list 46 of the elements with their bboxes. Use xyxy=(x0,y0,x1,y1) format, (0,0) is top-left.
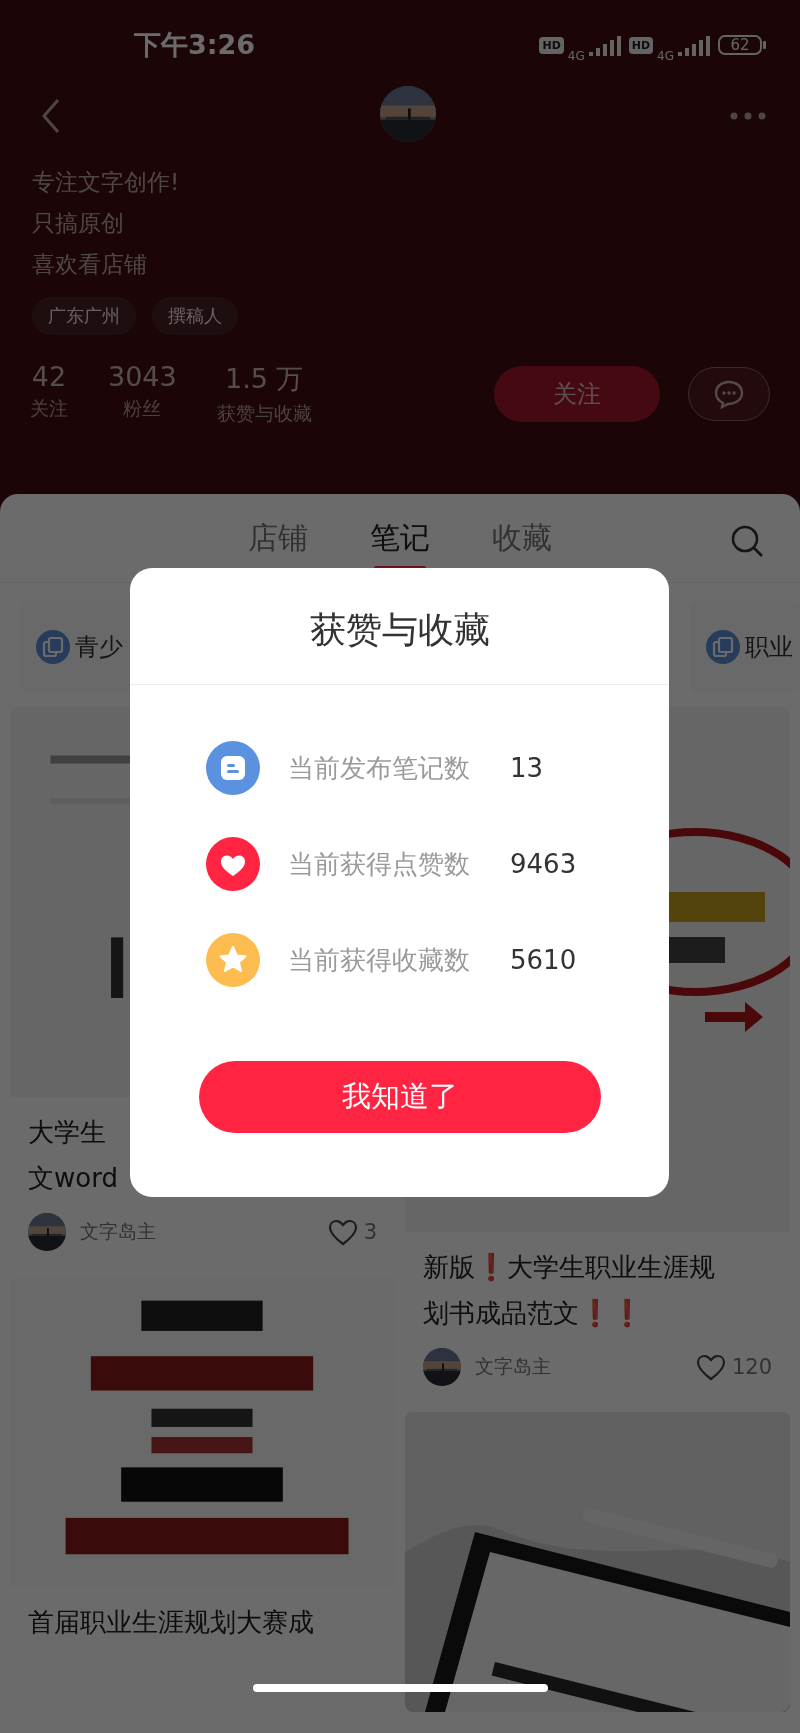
stat-label: 关注 xyxy=(30,396,68,421)
stat-value: 3043 xyxy=(108,361,177,392)
note-title[interactable]: 新版❗大学生职业生涯规 划书成品范文❗❗ xyxy=(405,1232,790,1336)
heart-icon[interactable] xyxy=(695,1353,726,1381)
author-name: 文字岛主 xyxy=(475,1354,552,1379)
stat-value: 5610 xyxy=(510,945,577,975)
bio-line: 喜欢看店铺 xyxy=(32,250,147,279)
author-name: 文字岛主 xyxy=(80,1219,157,1244)
tab[interactable]: 收藏 xyxy=(492,512,552,564)
like-count: 120 xyxy=(731,1355,772,1379)
network-type: 4G xyxy=(657,49,674,63)
heart-icon[interactable] xyxy=(327,1218,358,1246)
stat-label: 当前获得收藏数 xyxy=(288,943,471,977)
avatar xyxy=(423,1348,461,1386)
collection-icon xyxy=(706,630,740,664)
more-icon[interactable] xyxy=(730,111,766,121)
chat-icon xyxy=(713,379,745,409)
stat-label: 获赞与收藏 xyxy=(216,401,312,426)
note-icon xyxy=(206,741,260,795)
collection-icon xyxy=(36,630,70,664)
avatar xyxy=(380,86,436,142)
hd-badge: HD xyxy=(628,36,654,54)
note-title[interactable]: 首届职业生涯规划大赛成 xyxy=(10,1587,395,1645)
search-icon[interactable] xyxy=(730,524,764,558)
network-type: 4G xyxy=(567,49,585,63)
stat-value: 13 xyxy=(510,753,544,783)
profile-tag: 广东广州 xyxy=(32,297,136,335)
profile-tag: 撰稿人 xyxy=(152,297,238,335)
back-icon[interactable] xyxy=(40,97,62,135)
message-button[interactable] xyxy=(688,367,770,421)
bio-line: 只搞原创 xyxy=(32,209,124,238)
like-count: 3 xyxy=(363,1220,377,1244)
stat-value: 9463 xyxy=(510,849,577,879)
hd-badge: HD xyxy=(539,36,564,54)
bio-line: 专注文字创作! xyxy=(32,168,180,197)
stat-value: 42 xyxy=(31,361,67,392)
tab[interactable]: 店铺 xyxy=(248,512,308,564)
stat-label: 当前发布笔记数 xyxy=(288,751,471,785)
stat-value: 1.5 万 xyxy=(224,362,304,396)
stat-label: 粉丝 xyxy=(123,396,162,421)
dialog-title: 获赞与收藏 xyxy=(309,607,490,652)
status-time: 下午3:26 xyxy=(134,28,257,62)
follow-button[interactable]: 关注 xyxy=(494,366,660,422)
confirm-button[interactable]: 我知道了 xyxy=(198,1061,601,1133)
stat-label: 当前获得点赞数 xyxy=(288,847,471,881)
avatar xyxy=(28,1213,66,1251)
